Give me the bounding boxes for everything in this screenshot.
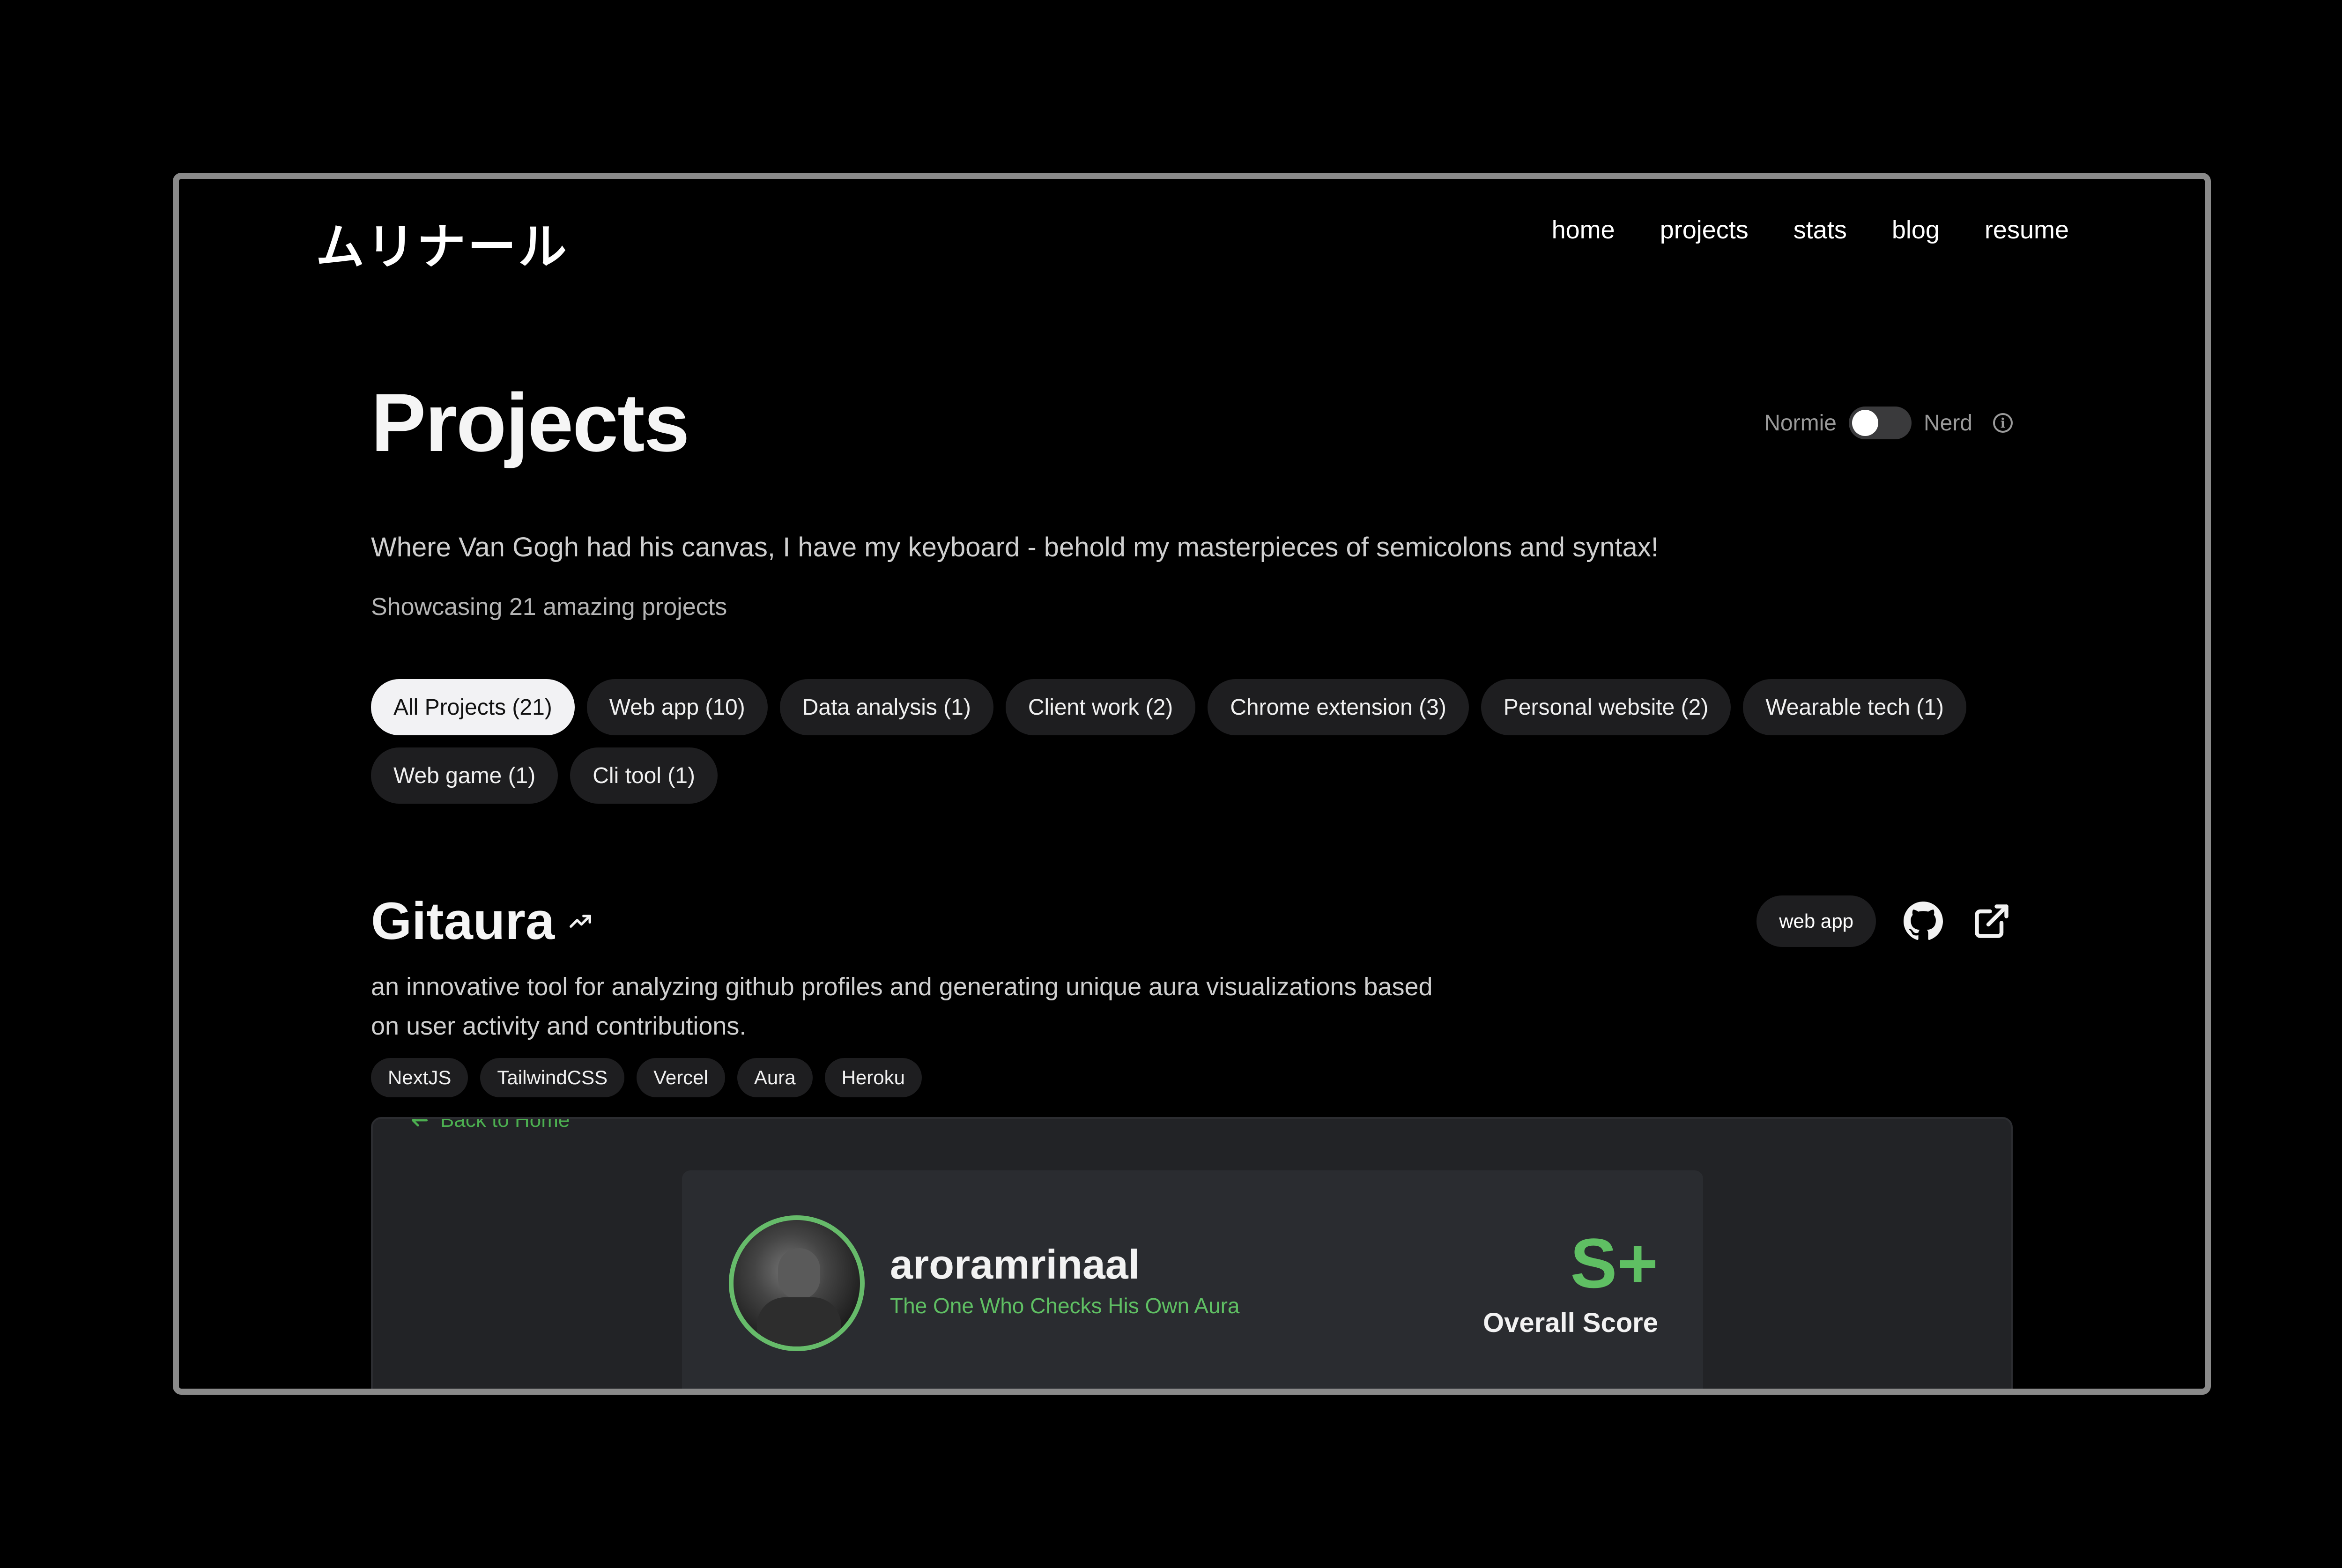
- project-title-row: Gitaura: [371, 891, 593, 951]
- filter-web-game[interactable]: Web game (1): [371, 747, 558, 804]
- page: ムリナール home projects stats blog resume Pr…: [179, 179, 2205, 1389]
- category-badge: web app: [1756, 895, 1876, 947]
- avatar-body-shape: [757, 1297, 841, 1346]
- preview-username: aroramrinaal: [890, 1241, 1140, 1287]
- github-button[interactable]: [1902, 900, 1944, 942]
- project-count: Showcasing 21 amazing projects: [371, 593, 727, 621]
- filter-chrome-extension[interactable]: Chrome extension (3): [1208, 679, 1469, 735]
- tag-aura: Aura: [737, 1058, 813, 1097]
- filter-all-projects[interactable]: All Projects (21): [371, 679, 575, 735]
- external-link-icon: [1975, 904, 2008, 938]
- arrow-left-icon: [411, 1119, 428, 1127]
- page-subtitle: Where Van Gogh had his canvas, I have my…: [371, 532, 1659, 562]
- external-link-button[interactable]: [1971, 900, 2013, 942]
- tech-tags: NextJS TailwindCSS Vercel Aura Heroku: [371, 1058, 922, 1097]
- nav-projects[interactable]: projects: [1660, 215, 1749, 244]
- nav-blog[interactable]: blog: [1892, 215, 1940, 244]
- mode-switch[interactable]: [1848, 407, 1912, 439]
- filter-wearable-tech[interactable]: Wearable tech (1): [1743, 679, 1966, 735]
- main-nav: home projects stats blog resume: [1552, 215, 2069, 244]
- project-description: an innovative tool for analyzing github …: [371, 973, 1433, 1040]
- filter-data-analysis[interactable]: Data analysis (1): [779, 679, 993, 735]
- aura-score-label: Overall Score: [1483, 1308, 1658, 1338]
- nav-home[interactable]: home: [1552, 215, 1615, 244]
- tag-heroku: Heroku: [824, 1058, 922, 1097]
- project-actions: web app: [1756, 895, 2013, 947]
- aura-card: aroramrinaal The One Who Checks His Own …: [682, 1170, 1703, 1389]
- trending-icon: [570, 914, 592, 928]
- avatar: [729, 1215, 865, 1351]
- aura-score: S+: [1570, 1224, 1658, 1302]
- avatar-head-shape: [778, 1248, 820, 1300]
- github-icon: [1904, 902, 1943, 940]
- filter-personal-website[interactable]: Personal website (2): [1481, 679, 1731, 735]
- toggle-label-normie: Normie: [1764, 410, 1837, 436]
- filter-client-work[interactable]: Client work (2): [1005, 679, 1196, 735]
- page-title: Projects: [371, 377, 690, 469]
- mode-toggle: Normie Nerd i: [1764, 407, 2013, 439]
- nav-resume[interactable]: resume: [1985, 215, 2069, 244]
- toggle-label-nerd: Nerd: [1923, 410, 1972, 436]
- project-preview-image[interactable]: Back to Home aroramrinaal The One Who Ch…: [371, 1117, 2013, 1389]
- site-logo[interactable]: ムリナール: [316, 207, 569, 278]
- preview-tagline: The One Who Checks His Own Aura: [890, 1294, 1240, 1318]
- info-icon[interactable]: i: [1993, 413, 2013, 433]
- tag-vercel: Vercel: [637, 1058, 725, 1097]
- filter-web-app[interactable]: Web app (10): [586, 679, 768, 735]
- preview-back-link: Back to Home: [409, 1117, 570, 1132]
- filter-chips: All Projects (21) Web app (10) Data anal…: [371, 679, 2057, 804]
- nav-stats[interactable]: stats: [1794, 215, 1847, 244]
- tag-tailwindcss: TailwindCSS: [480, 1058, 625, 1097]
- project-title[interactable]: Gitaura: [371, 891, 555, 951]
- back-link-label: Back to Home: [440, 1117, 570, 1132]
- filter-cli-tool[interactable]: Cli tool (1): [570, 747, 718, 804]
- tag-nextjs: NextJS: [371, 1058, 468, 1097]
- browser-frame: ムリナール home projects stats blog resume Pr…: [173, 173, 2211, 1395]
- switch-knob: [1852, 410, 1878, 436]
